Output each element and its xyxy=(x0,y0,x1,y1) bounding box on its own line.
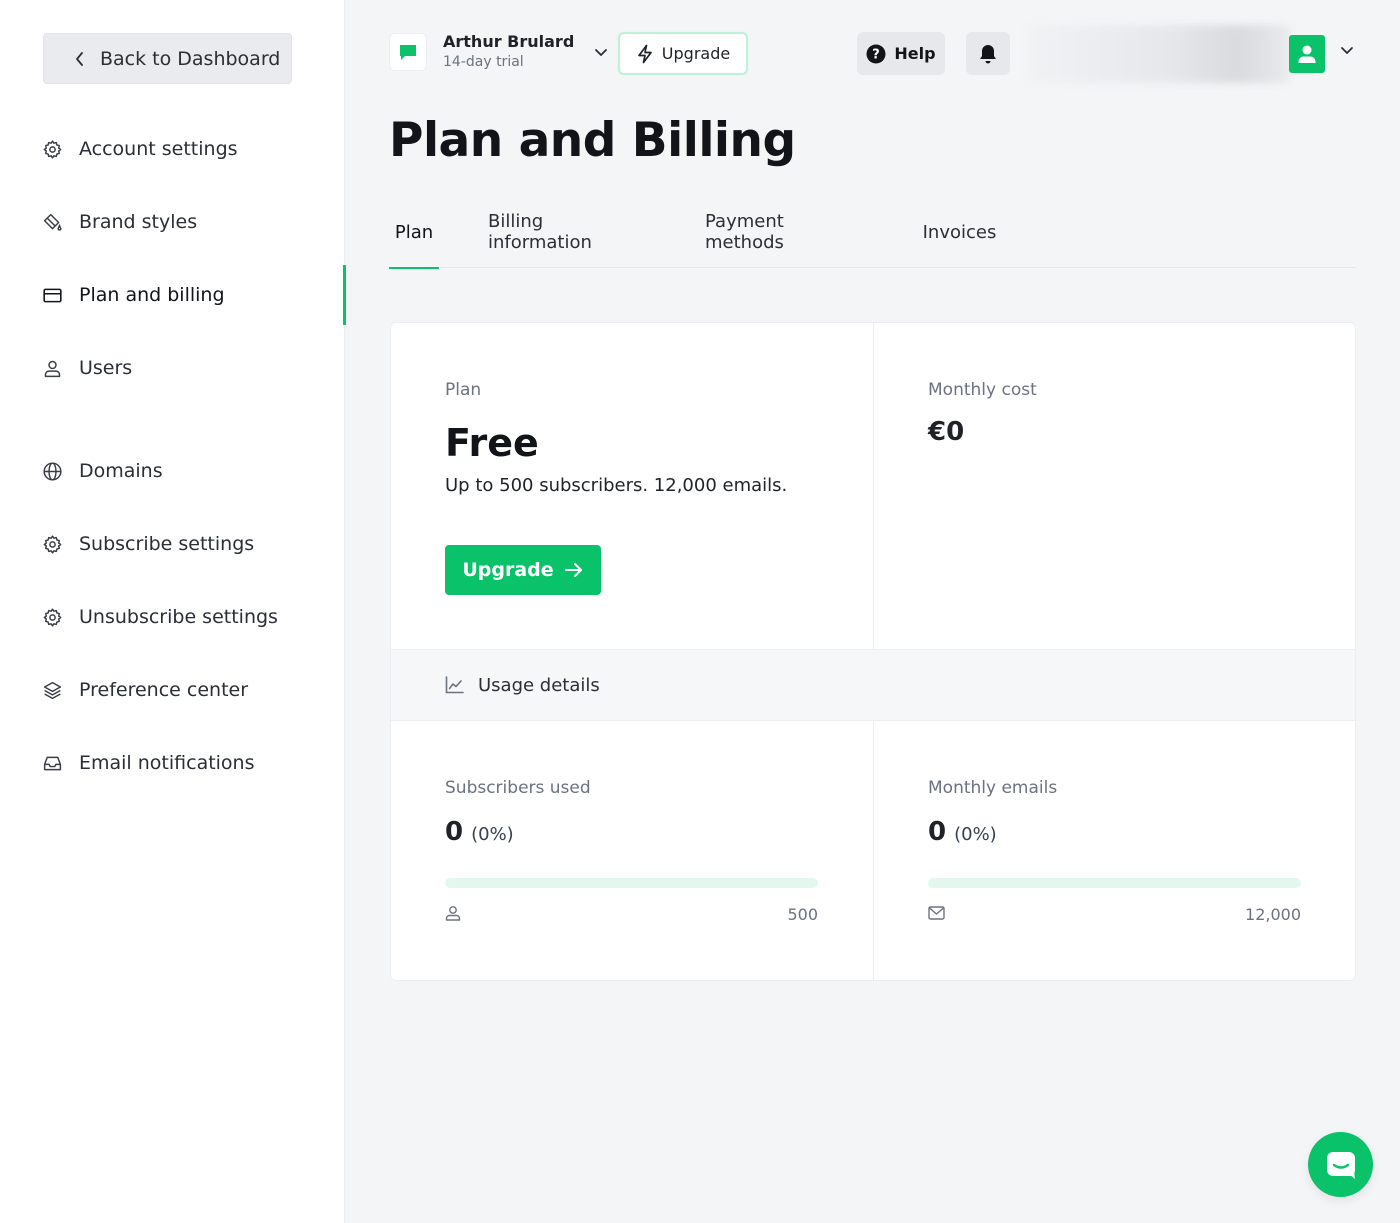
monthly-emails-label: Monthly emails xyxy=(928,778,1058,798)
subscribers-limit: 500 xyxy=(787,905,818,924)
sidebar-item-users[interactable]: Users xyxy=(0,339,345,397)
monthly-cost-label: Monthly cost xyxy=(928,380,1037,400)
emails-percent: (0%) xyxy=(954,824,997,845)
globe-icon xyxy=(42,461,63,482)
subscribers-used-value: 0 (0%) xyxy=(445,817,514,847)
sidebar-item-label: Preference center xyxy=(79,679,249,701)
sidebar-item-domains[interactable]: Domains xyxy=(0,442,345,500)
tab-plan[interactable]: Plan xyxy=(389,196,439,269)
account-logo xyxy=(389,33,427,71)
sidebar-item-brand-styles[interactable]: Brand styles xyxy=(0,193,345,251)
notifications-button[interactable] xyxy=(966,32,1010,75)
divider xyxy=(873,721,874,980)
sidebar-item-label: Domains xyxy=(79,460,163,482)
monthly-cost-value: €0 xyxy=(928,417,965,447)
user-icon xyxy=(1297,43,1317,65)
account-trial-status: 14-day trial xyxy=(443,54,524,70)
sidebar-item-label: Plan and billing xyxy=(79,284,225,306)
sidebar-item-label: Email notifications xyxy=(79,752,255,774)
chat-widget-button[interactable] xyxy=(1308,1132,1373,1197)
sidebar: Back to Dashboard Account settings Brand… xyxy=(0,0,346,1223)
sidebar-item-plan-and-billing[interactable]: Plan and billing xyxy=(0,265,346,325)
tab-billing-information[interactable]: Billing information xyxy=(488,196,650,268)
user-icon xyxy=(445,905,461,921)
help-button[interactable]: ? Help xyxy=(857,32,945,75)
sidebar-item-preference-center[interactable]: Preference center xyxy=(0,661,345,719)
upgrade-button[interactable]: Upgrade xyxy=(445,545,601,595)
paint-bucket-icon xyxy=(42,212,63,233)
account-info: Arthur Brulard 14-day trial xyxy=(443,32,574,72)
user-icon xyxy=(42,358,63,379)
plan-name: Free xyxy=(445,421,539,465)
chevron-down-icon xyxy=(594,48,608,57)
sidebar-item-label: Users xyxy=(79,357,133,379)
plan-label: Plan xyxy=(445,380,482,400)
chat-bubble-icon xyxy=(398,43,418,61)
header-upgrade-label: Upgrade xyxy=(661,44,731,63)
inbox-icon xyxy=(42,753,63,774)
divider xyxy=(873,323,874,649)
emails-count: 0 xyxy=(928,817,947,847)
envelope-icon xyxy=(928,906,945,920)
chevron-left-icon xyxy=(74,51,86,66)
subscribers-used-label: Subscribers used xyxy=(445,778,591,798)
sidebar-item-account-settings[interactable]: Account settings xyxy=(0,120,345,178)
page-title: Plan and Billing xyxy=(389,113,796,168)
emails-progress-bar xyxy=(928,878,1301,888)
sidebar-item-label: Account settings xyxy=(79,138,238,160)
emails-limit: 12,000 xyxy=(1245,905,1301,924)
tab-payment-methods[interactable]: Payment methods xyxy=(705,196,868,268)
usage-details-header: Usage details xyxy=(391,649,1355,721)
account-switcher[interactable]: Arthur Brulard 14-day trial xyxy=(389,32,608,72)
gear-icon xyxy=(42,139,63,160)
user-avatar[interactable] xyxy=(1289,35,1325,73)
sidebar-item-label: Unsubscribe settings xyxy=(79,606,278,628)
plan-card: Plan Free Up to 500 subscribers. 12,000 … xyxy=(390,322,1356,981)
gear-icon xyxy=(42,607,63,628)
upgrade-label: Upgrade xyxy=(462,559,554,581)
chevron-down-icon[interactable] xyxy=(1340,46,1354,55)
bell-icon xyxy=(978,43,998,65)
header-upgrade-button[interactable]: Upgrade xyxy=(618,32,748,75)
question-circle-icon: ? xyxy=(866,44,886,64)
monthly-emails-value: 0 (0%) xyxy=(928,817,997,847)
account-name: Arthur Brulard xyxy=(443,32,575,51)
plan-description: Up to 500 subscribers. 12,000 emails. xyxy=(445,475,788,496)
subscribers-count: 0 xyxy=(445,817,464,847)
back-to-dashboard-button[interactable]: Back to Dashboard xyxy=(43,33,292,84)
tab-invoices[interactable]: Invoices xyxy=(922,196,997,268)
back-to-dashboard-label: Back to Dashboard xyxy=(100,47,281,70)
blurred-region xyxy=(1028,25,1290,83)
tab-bar: Plan Billing information Payment methods… xyxy=(389,196,1356,269)
layers-icon xyxy=(42,680,63,701)
usage-details-title: Usage details xyxy=(478,674,600,696)
sidebar-item-label: Subscribe settings xyxy=(79,533,255,555)
arrow-right-icon xyxy=(564,562,584,578)
sidebar-item-unsubscribe-settings[interactable]: Unsubscribe settings xyxy=(0,588,345,646)
subscribers-progress-bar xyxy=(445,878,818,888)
sidebar-item-email-notifications[interactable]: Email notifications xyxy=(0,734,345,792)
credit-card-icon xyxy=(42,285,63,306)
gear-icon xyxy=(42,534,63,555)
sidebar-item-subscribe-settings[interactable]: Subscribe settings xyxy=(0,515,345,573)
lightning-icon xyxy=(636,44,654,64)
chart-line-icon xyxy=(445,676,464,694)
svg-text:?: ? xyxy=(873,47,881,62)
help-label: Help xyxy=(894,44,936,63)
chat-icon xyxy=(1325,1150,1357,1180)
sidebar-item-label: Brand styles xyxy=(79,211,198,233)
subscribers-percent: (0%) xyxy=(471,824,514,845)
